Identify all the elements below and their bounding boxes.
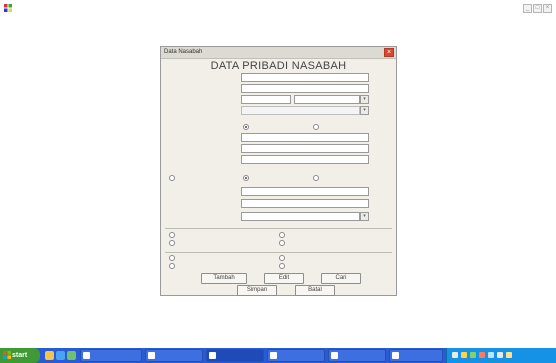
- start-button[interactable]: start: [0, 348, 40, 363]
- status-option-1[interactable]: [169, 175, 177, 181]
- gender-option-2[interactable]: [313, 124, 321, 130]
- field-4-select[interactable]: [241, 106, 360, 115]
- field-1-input[interactable]: [241, 73, 369, 82]
- start-label: start: [12, 352, 28, 359]
- radio-indicator: [279, 232, 285, 238]
- group-1-divider: [165, 228, 392, 229]
- status-option-3[interactable]: [313, 175, 321, 181]
- radio-indicator: [169, 232, 175, 238]
- field-10-dropdown-button[interactable]: ▾: [360, 212, 369, 221]
- field-5-input[interactable]: [241, 133, 369, 142]
- dialog-title-bar: Data Nasabah ×: [161, 47, 396, 59]
- taskbar-item-2[interactable]: [145, 349, 203, 362]
- menu-bar: [0, 16, 556, 26]
- field-9-input[interactable]: [241, 199, 369, 208]
- maximize-button[interactable]: □: [533, 4, 542, 13]
- dialog-title: Data Nasabah: [164, 49, 203, 55]
- tray-icon-2[interactable]: [461, 352, 467, 358]
- edit-button[interactable]: Edit: [264, 273, 304, 284]
- taskbar-item-3[interactable]: [206, 349, 264, 362]
- radio-indicator: [279, 263, 285, 269]
- tray-icon-4[interactable]: [479, 352, 485, 358]
- quicklaunch-browser-icon[interactable]: [56, 351, 65, 360]
- field-4-dropdown-button[interactable]: ▾: [360, 106, 369, 115]
- system-tray: [446, 348, 556, 363]
- group-2-option-1[interactable]: [169, 255, 177, 261]
- field-3-input[interactable]: [241, 95, 291, 104]
- field-7-input[interactable]: [241, 155, 369, 164]
- group-1-option-2[interactable]: [279, 232, 287, 238]
- close-window-button[interactable]: ×: [543, 4, 552, 13]
- taskbar-item-5[interactable]: [328, 349, 386, 362]
- tray-icon-1[interactable]: [452, 352, 458, 358]
- group-1-option-1[interactable]: [169, 232, 177, 238]
- radio-indicator: [169, 175, 175, 181]
- add-button[interactable]: Tambah: [201, 273, 247, 284]
- radio-indicator: [243, 175, 249, 181]
- group-1-option-3[interactable]: [169, 240, 177, 246]
- window-icon: [331, 352, 338, 359]
- taskbar-item-4[interactable]: [267, 349, 325, 362]
- taskbar-item-6[interactable]: [389, 349, 443, 362]
- window-icon: [83, 352, 90, 359]
- radio-indicator: [279, 255, 285, 261]
- tray-icon-7[interactable]: [506, 352, 512, 358]
- windows-logo-icon: [3, 351, 11, 359]
- save-button[interactable]: Simpan: [237, 285, 277, 296]
- date-input[interactable]: [294, 95, 360, 104]
- app-title-bar: _ □ ×: [0, 0, 556, 16]
- radio-indicator: [243, 124, 249, 130]
- field-6-input[interactable]: [241, 144, 369, 153]
- tray-icon-3[interactable]: [470, 352, 476, 358]
- group-2-option-4[interactable]: [279, 263, 287, 269]
- radio-indicator: [279, 240, 285, 246]
- group-2-option-3[interactable]: [169, 263, 177, 269]
- tray-icon-6[interactable]: [497, 352, 503, 358]
- taskbar: start: [0, 348, 556, 363]
- minimize-button[interactable]: _: [523, 4, 532, 13]
- field-2-input[interactable]: [241, 84, 369, 93]
- search-button[interactable]: Cari: [321, 273, 361, 284]
- tray-icon-5[interactable]: [488, 352, 494, 358]
- gender-option-1[interactable]: [243, 124, 251, 130]
- window-icon: [209, 352, 216, 359]
- window-icon: [392, 352, 399, 359]
- field-10-select[interactable]: [241, 212, 360, 221]
- quicklaunch-app-icon[interactable]: [67, 351, 76, 360]
- quicklaunch-folder-icon[interactable]: [45, 351, 54, 360]
- cancel-button[interactable]: Batal: [295, 285, 335, 296]
- form-heading: DATA PRIBADI NASABAH: [210, 60, 347, 72]
- customer-data-dialog: Data Nasabah × DATA PRIBADI NASABAH ▾ ▾: [160, 46, 397, 296]
- window-icon: [270, 352, 277, 359]
- radio-indicator: [313, 124, 319, 130]
- radio-indicator: [169, 240, 175, 246]
- radio-indicator: [313, 175, 319, 181]
- radio-indicator: [169, 263, 175, 269]
- window-icon: [148, 352, 155, 359]
- dialog-close-button[interactable]: ×: [384, 48, 394, 57]
- status-option-2[interactable]: [243, 175, 251, 181]
- group-2-option-2[interactable]: [279, 255, 287, 261]
- radio-indicator: [169, 255, 175, 261]
- group-2-divider: [165, 252, 392, 253]
- date-dropdown-button[interactable]: ▾: [360, 95, 369, 104]
- window-controls: _ □ ×: [523, 4, 552, 13]
- app-icon: [4, 4, 12, 12]
- group-1-option-4[interactable]: [279, 240, 287, 246]
- field-8-input[interactable]: [241, 187, 369, 196]
- taskbar-item-1[interactable]: [80, 349, 142, 362]
